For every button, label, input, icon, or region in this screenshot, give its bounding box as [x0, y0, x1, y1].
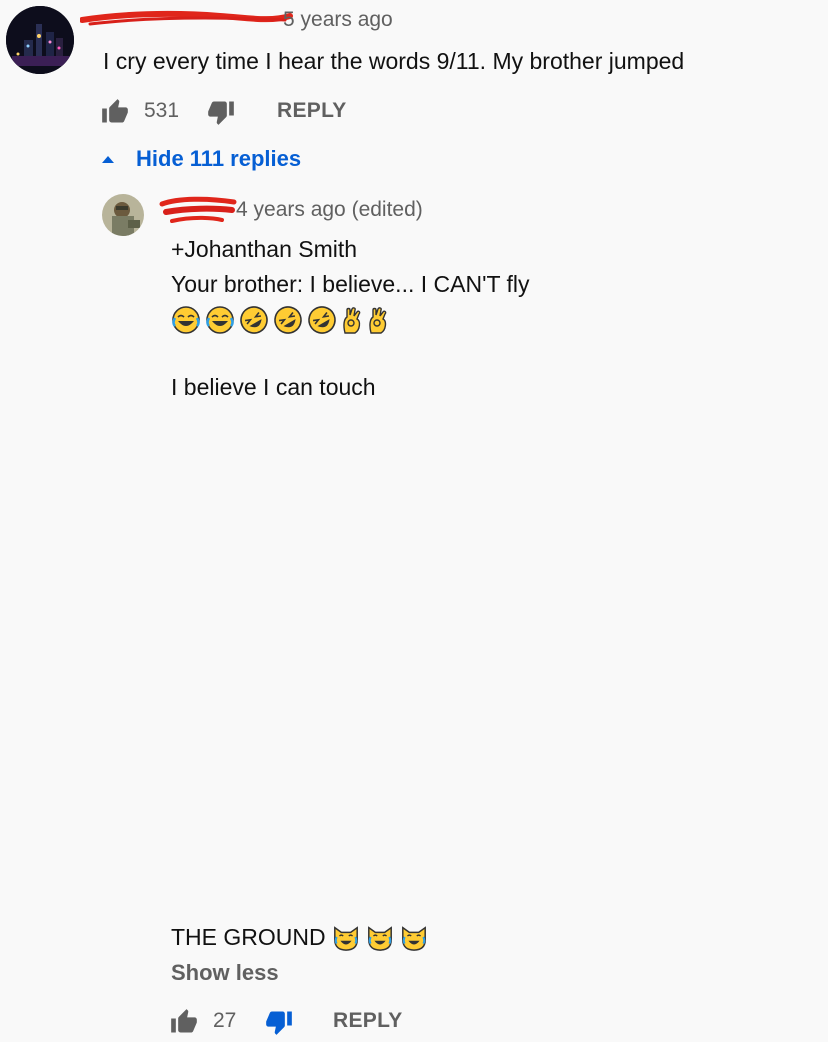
reply-punchline: THE GROUND	[171, 920, 428, 954]
comment-reply-button[interactable]: REPLY	[277, 99, 347, 123]
thumb-down-icon	[266, 1011, 292, 1035]
reply-timestamp[interactable]: 4 years ago (edited)	[236, 198, 423, 222]
reply-like-button[interactable]	[170, 1008, 198, 1036]
comment-text: I cry every time I hear the words 9/11. …	[103, 48, 685, 74]
reply-line-mention: +Johanthan Smith	[171, 236, 358, 262]
commenter-avatar[interactable]	[6, 6, 74, 74]
rolling-on-floor-laughing-icon	[274, 306, 302, 334]
comment-like-button[interactable]	[101, 98, 129, 126]
face-with-tears-of-joy-icon	[206, 306, 234, 334]
reply-dislike-button[interactable]	[265, 1008, 293, 1036]
redacted-author-name	[80, 10, 293, 26]
reply-line-ground: THE GROUND	[171, 924, 326, 950]
hide-replies-label: Hide 111 replies	[136, 146, 302, 171]
rolling-on-floor-laughing-icon	[308, 306, 336, 334]
ok-hand-icon	[369, 307, 387, 334]
thumb-up-icon	[102, 99, 128, 123]
reply-like-count: 27	[213, 1009, 237, 1032]
ok-hand-icon	[343, 307, 361, 334]
thumb-up-icon	[171, 1009, 197, 1033]
replier-avatar[interactable]	[102, 194, 144, 236]
comment-like-count: 531	[144, 99, 180, 122]
comment-dislike-button[interactable]	[207, 98, 235, 126]
comment-timestamp[interactable]: 5 years ago	[283, 8, 393, 32]
reply-reply-button[interactable]: REPLY	[333, 1009, 403, 1033]
reply-line-believe: I believe I can touch	[171, 374, 376, 400]
cat-with-tears-of-joy-icon	[333, 926, 358, 951]
reply-emoji-row	[171, 305, 389, 335]
caret-up-icon	[102, 156, 114, 163]
show-less-button[interactable]: Show less	[171, 960, 279, 986]
city-night-avatar-image	[6, 6, 74, 74]
cat-with-tears-of-joy-icon	[401, 926, 426, 951]
rolling-on-floor-laughing-icon	[240, 306, 268, 334]
hide-replies-toggle[interactable]: Hide 111 replies	[100, 146, 301, 172]
cat-with-tears-of-joy-icon	[367, 926, 392, 951]
redacted-replier-name	[159, 196, 237, 223]
face-with-tears-of-joy-icon	[172, 306, 200, 334]
thumb-down-icon	[208, 101, 234, 125]
person-photo-avatar-image	[102, 194, 144, 236]
reply-line-text: Your brother: I believe... I CAN'T fly	[171, 271, 530, 297]
